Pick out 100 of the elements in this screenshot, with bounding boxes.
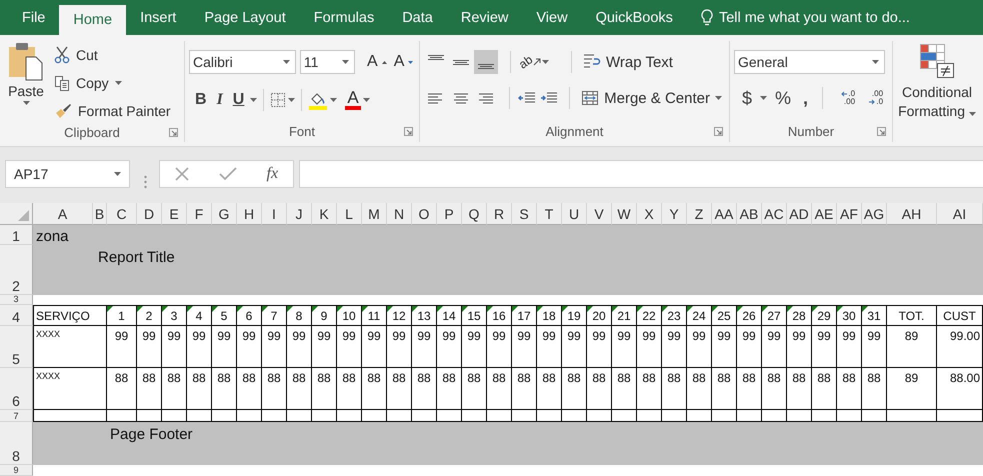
column-header[interactable]: C bbox=[107, 203, 137, 225]
column-header[interactable]: AG bbox=[862, 203, 887, 225]
align-icon bbox=[428, 55, 444, 60]
column-header[interactable]: L bbox=[337, 203, 362, 225]
conditional-formatting-button[interactable]: Conditional Formatting bbox=[893, 41, 981, 121]
decrease-indent-icon[interactable] bbox=[518, 91, 536, 105]
paste-button[interactable]: Paste bbox=[4, 41, 48, 123]
row-header[interactable]: 6 bbox=[0, 368, 33, 410]
column-header[interactable]: I bbox=[262, 203, 287, 225]
shrink-font-button[interactable]: A bbox=[392, 50, 415, 74]
formula-input[interactable] bbox=[299, 160, 983, 188]
table-cell: 99 bbox=[387, 326, 412, 368]
column-header[interactable]: Z bbox=[687, 203, 712, 225]
row-header[interactable]: 4 bbox=[0, 305, 33, 326]
row-header[interactable]: 5 bbox=[0, 326, 33, 368]
wrap-text-button[interactable]: Wrap Text bbox=[580, 53, 676, 71]
ribbon-tab[interactable]: Data bbox=[388, 0, 447, 35]
column-header[interactable]: O bbox=[412, 203, 437, 225]
column-header[interactable]: H bbox=[237, 203, 262, 225]
table-header-cell: 8 bbox=[287, 305, 312, 326]
column-header[interactable]: U bbox=[562, 203, 587, 225]
column-header[interactable]: D bbox=[137, 203, 162, 225]
ribbon-tab[interactable]: Insert bbox=[126, 0, 190, 35]
column-header[interactable]: W bbox=[612, 203, 637, 225]
column-header[interactable]: AH bbox=[887, 203, 937, 225]
column-header[interactable]: J bbox=[287, 203, 312, 225]
font-color-button[interactable]: A bbox=[345, 90, 361, 110]
table-header-cell: 15 bbox=[462, 305, 487, 326]
column-header[interactable]: K bbox=[312, 203, 337, 225]
bold-button[interactable]: B bbox=[191, 88, 211, 112]
column-header[interactable]: X bbox=[637, 203, 662, 225]
column-header[interactable]: E bbox=[162, 203, 187, 225]
orientation-button[interactable]: ab bbox=[519, 55, 563, 69]
ribbon-tab[interactable]: Home bbox=[59, 5, 126, 35]
column-header[interactable]: AC bbox=[762, 203, 787, 225]
row-header[interactable]: 8 bbox=[0, 422, 33, 465]
column-header[interactable]: F bbox=[187, 203, 212, 225]
font-size-field[interactable]: 11 bbox=[300, 50, 356, 74]
font-family-field[interactable]: Calibri bbox=[189, 50, 296, 74]
column-header[interactable]: N bbox=[387, 203, 412, 225]
ribbon-tab[interactable]: View bbox=[522, 0, 582, 35]
dialog-launcher-icon[interactable] bbox=[169, 128, 178, 137]
dialog-launcher-icon[interactable] bbox=[714, 126, 723, 136]
checkmark-icon[interactable] bbox=[218, 167, 237, 181]
percent-button[interactable]: % bbox=[773, 86, 794, 110]
table-cell: 99.00 bbox=[937, 326, 983, 368]
column-header[interactable]: A bbox=[33, 203, 93, 225]
format-painter-button[interactable]: Format Painter bbox=[54, 99, 171, 123]
column-header[interactable]: AE bbox=[812, 203, 837, 225]
insert-function-button[interactable]: fx bbox=[266, 165, 278, 183]
ribbon-tab[interactable]: Formulas bbox=[300, 0, 388, 35]
vertical-align-button[interactable] bbox=[474, 50, 498, 74]
table-header-cell: 11 bbox=[362, 305, 387, 326]
currency-button[interactable]: $ bbox=[740, 86, 754, 110]
row-header[interactable]: 7 bbox=[0, 410, 33, 422]
merge-center-button[interactable]: Merge & Center bbox=[578, 90, 725, 106]
row-header[interactable]: 2 bbox=[0, 245, 33, 295]
decrease-decimal-button[interactable]: .00 .0 bbox=[861, 86, 884, 110]
increase-decimal-button[interactable]: .0 .00 bbox=[833, 86, 856, 110]
column-header[interactable]: M bbox=[362, 203, 387, 225]
column-header[interactable]: Y bbox=[662, 203, 687, 225]
dialog-launcher-icon[interactable] bbox=[877, 126, 886, 136]
table-cell: 88 bbox=[287, 368, 312, 410]
row-header[interactable]: 9 bbox=[0, 465, 33, 476]
increase-indent-icon[interactable] bbox=[540, 91, 558, 105]
tell-me-search[interactable]: Tell me what you want to do... bbox=[718, 10, 910, 26]
row-header[interactable]: 3 bbox=[0, 295, 33, 305]
borders-icon[interactable] bbox=[270, 92, 286, 108]
column-header[interactable]: AI bbox=[937, 203, 983, 225]
number-format-field[interactable]: General bbox=[734, 50, 885, 74]
column-header[interactable]: G bbox=[212, 203, 237, 225]
copy-button[interactable]: Copy bbox=[54, 71, 171, 95]
grow-font-button[interactable]: A bbox=[365, 50, 388, 74]
column-header[interactable]: AA bbox=[712, 203, 737, 225]
caret-icon bbox=[872, 60, 879, 64]
dialog-launcher-icon[interactable] bbox=[404, 126, 413, 136]
column-header[interactable]: Q bbox=[462, 203, 487, 225]
column-header[interactable]: B bbox=[93, 203, 107, 225]
column-header[interactable]: P bbox=[437, 203, 462, 225]
underline-button[interactable]: U bbox=[228, 88, 248, 112]
table-header-cell: 9 bbox=[312, 305, 337, 326]
column-header[interactable]: T bbox=[537, 203, 562, 225]
cancel-icon[interactable] bbox=[174, 167, 189, 181]
column-header[interactable]: AD bbox=[787, 203, 812, 225]
column-header[interactable]: AF bbox=[837, 203, 862, 225]
column-header[interactable]: R bbox=[487, 203, 512, 225]
comma-button[interactable]: , bbox=[799, 86, 812, 110]
ribbon-tab[interactable]: Review bbox=[446, 0, 522, 35]
italic-button[interactable]: I bbox=[212, 88, 227, 112]
row-header[interactable]: 1 bbox=[0, 225, 33, 245]
ribbon-tab[interactable]: QuickBooks bbox=[582, 0, 687, 35]
table-cell: 99 bbox=[187, 326, 212, 368]
name-box[interactable]: AP17 bbox=[5, 160, 130, 188]
column-header[interactable]: AB bbox=[737, 203, 762, 225]
column-header[interactable]: S bbox=[512, 203, 537, 225]
table-cell: 99 bbox=[362, 326, 387, 368]
cut-button[interactable]: Cut bbox=[54, 43, 171, 67]
column-header[interactable]: V bbox=[587, 203, 612, 225]
ribbon-tab[interactable]: File bbox=[8, 0, 60, 35]
ribbon-tab[interactable]: Page Layout bbox=[190, 0, 300, 35]
